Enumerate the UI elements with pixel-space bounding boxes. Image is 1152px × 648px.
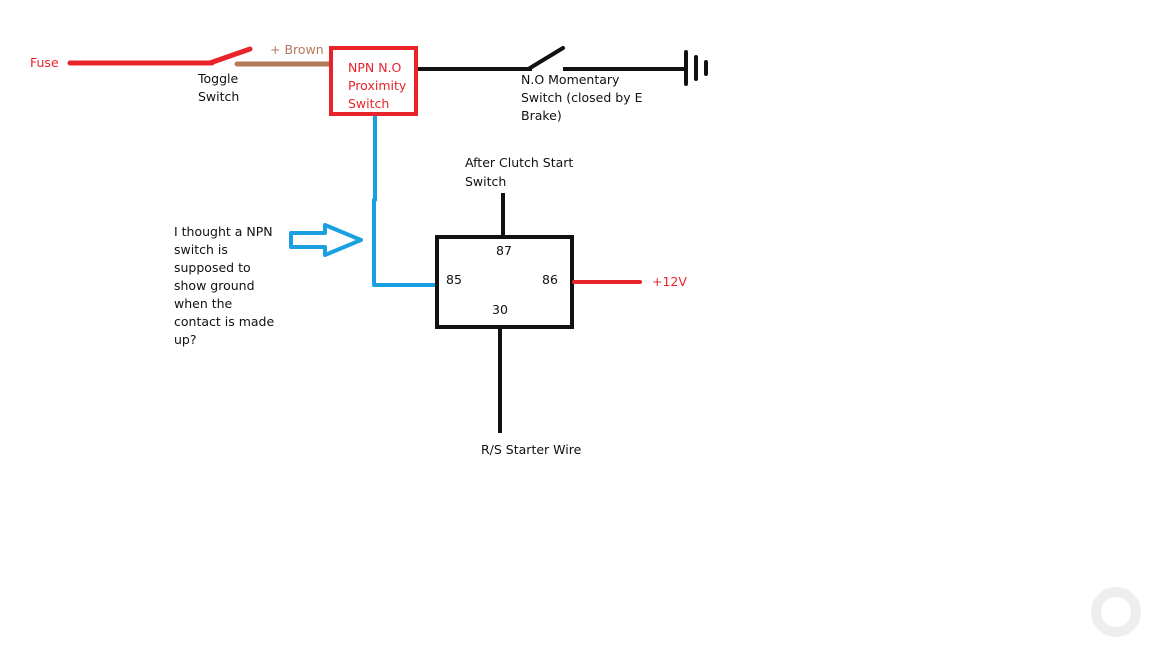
- relay-pin-85: 85: [446, 272, 462, 287]
- question-line: supposed to: [174, 260, 251, 275]
- signal-wire: [372, 116, 435, 287]
- question-line: switch is: [174, 242, 228, 257]
- question-line: up?: [174, 332, 197, 347]
- momentary-label-2: Switch (closed by E: [521, 90, 643, 105]
- wiring-diagram: Fuse Toggle Switch + Brown NPN N.O Proxi…: [30, 42, 1141, 637]
- watermark-logo: [1091, 587, 1141, 637]
- question-line: when the: [174, 296, 233, 311]
- sensor-label-1: NPN N.O: [348, 60, 402, 75]
- toggle-switch-label-2: Switch: [198, 89, 239, 104]
- toggle-switch-lever: [207, 46, 253, 66]
- sensor-label-2: Proximity: [348, 78, 407, 93]
- relay-pin-86: 86: [542, 272, 558, 287]
- sensor-label-3: Switch: [348, 96, 389, 111]
- question-line: contact is made: [174, 314, 274, 329]
- momentary-switch-lever: [528, 46, 565, 70]
- momentary-label-3: Brake): [521, 108, 562, 123]
- question-note: I thought a NPN switch is supposed to sh…: [174, 224, 274, 347]
- plus12v-label: +12V: [652, 274, 687, 289]
- toggle-switch-label-1: Toggle: [197, 71, 239, 86]
- question-line: I thought a NPN: [174, 224, 273, 239]
- relay-pin-87: 87: [496, 243, 512, 258]
- question-line: show ground: [174, 278, 255, 293]
- after-clutch-label-2: Switch: [465, 174, 506, 189]
- ground-icon: [684, 50, 708, 86]
- momentary-label-1: N.O Momentary: [521, 72, 620, 87]
- arrow-icon: [289, 223, 363, 257]
- after-clutch-label-1: After Clutch Start: [465, 155, 573, 170]
- starter-wire-label: R/S Starter Wire: [481, 442, 582, 457]
- brown-wire-label: + Brown: [270, 42, 324, 57]
- fuse-label: Fuse: [30, 55, 59, 70]
- relay-pin-30: 30: [492, 302, 508, 317]
